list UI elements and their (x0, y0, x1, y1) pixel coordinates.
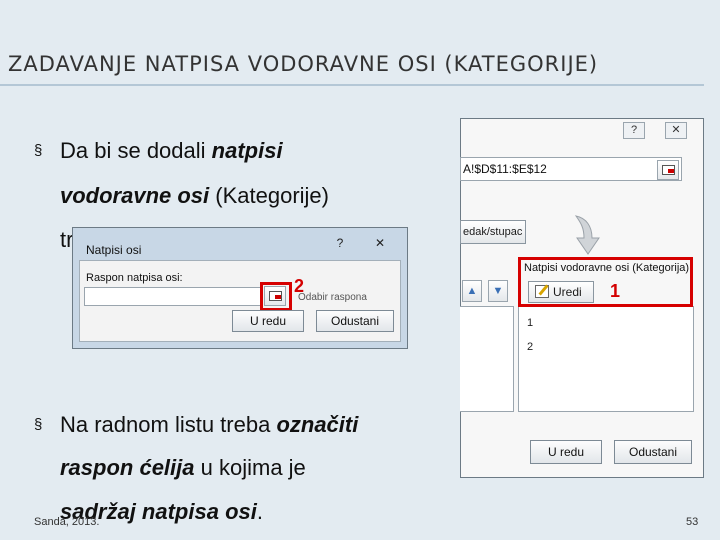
small-help-icon[interactable]: ? (326, 234, 354, 254)
title-divider (0, 84, 704, 86)
bullet1-line1: Da bi se dodali natpisi (60, 131, 480, 171)
highlight-box-1 (518, 257, 693, 307)
cancel-button[interactable]: Odustani (614, 440, 692, 464)
bullet1-emphasis-2: vodoravne osi (60, 183, 210, 208)
category-list[interactable]: 1 2 (518, 306, 694, 412)
small-ok-button[interactable]: U redu (232, 310, 304, 332)
select-range-hint: Odabir raspona (298, 292, 367, 303)
highlight-box-2 (260, 282, 292, 311)
small-close-icon[interactable]: ✕ (366, 234, 394, 254)
collapse-dialog-button[interactable] (657, 160, 679, 180)
chart-range-value: A!$D$11:$E$12 (463, 162, 547, 176)
switch-row-column-button[interactable]: edak/stupac (460, 220, 526, 244)
footer-author: Sanda, 2013. (34, 516, 100, 528)
axis-label-range-input[interactable] (84, 287, 262, 306)
bullet2-line2: raspon ćelija u kojima je (60, 448, 480, 488)
bullet-marker: § (34, 142, 43, 159)
ok-button[interactable]: U redu (530, 440, 602, 464)
step-marker-1: 1 (610, 281, 621, 301)
move-down-button[interactable]: ▼ (488, 280, 508, 302)
move-up-button[interactable]: ▲ (462, 280, 482, 302)
slide-title: ZADAVANJE NATPISA VODORAVNE OSI (KATEGOR… (8, 52, 599, 76)
series-list[interactable] (460, 306, 514, 412)
bullet2-line1: Na radnom listu treba označiti (60, 405, 480, 445)
bullet2-emphasis: označiti (276, 412, 359, 437)
bullet2-line3: sadržaj natpisa osi. (60, 492, 480, 532)
close-icon[interactable]: ✕ (665, 122, 687, 139)
chart-range-field[interactable]: A!$D$11:$E$12 (460, 157, 682, 181)
curved-arrow-icon (574, 215, 600, 255)
small-cancel-button[interactable]: Odustani (316, 310, 394, 332)
bullet-marker-2: § (34, 416, 43, 433)
bullet2-line1-text: Na radnom listu treba (60, 412, 277, 437)
bullet1-line2-text: (Kategorije) (209, 183, 329, 208)
help-icon[interactable]: ? (623, 122, 645, 139)
bullet1-line1-text: Da bi se dodali (60, 138, 212, 163)
bullet1-emphasis: natpisi (211, 138, 283, 163)
axis-labels-dialog-title: Natpisi osi (86, 243, 142, 257)
page-number: 53 (686, 516, 699, 528)
bullet2-line3-text: . (256, 499, 263, 524)
collapse-arrow-icon (668, 169, 674, 173)
bullet2-emphasis-2: raspon ćelija (60, 455, 195, 480)
axis-label-range-label: Raspon natpisa osi: (86, 272, 183, 284)
list-item[interactable]: 2 (527, 341, 533, 353)
bullet1-line2: vodoravne osi (Kategorije) (60, 176, 480, 216)
bullet2-line2-text: u kojima je (194, 455, 306, 480)
list-item[interactable]: 1 (527, 317, 533, 329)
